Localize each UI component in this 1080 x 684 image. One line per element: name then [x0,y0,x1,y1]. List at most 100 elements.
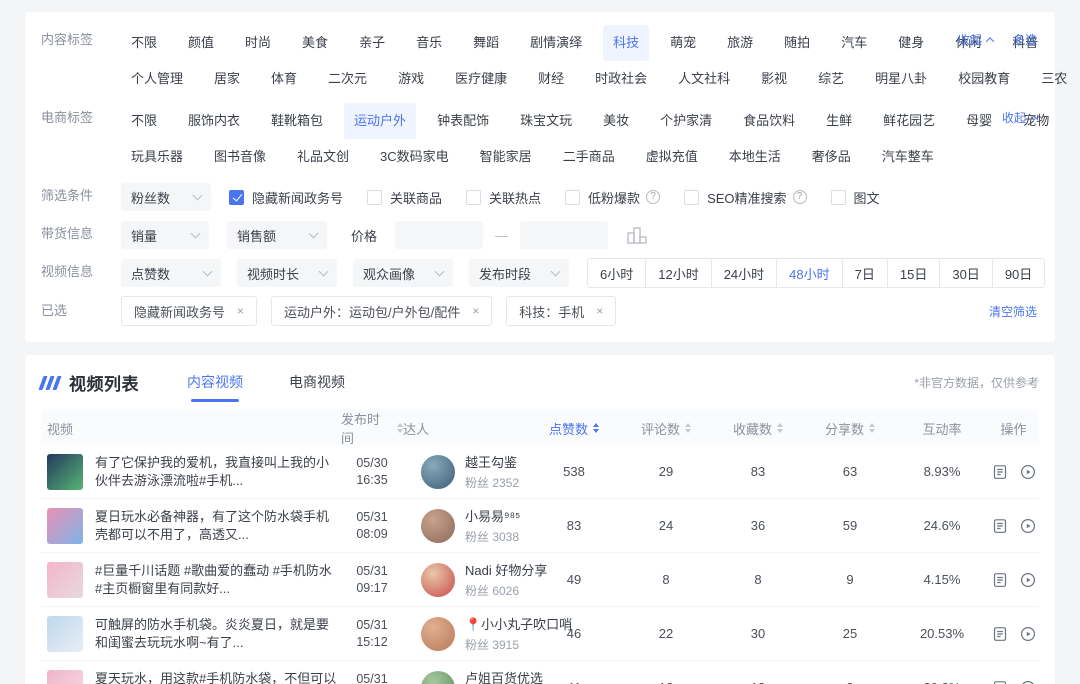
column-header-发布时间[interactable]: 发布时间 [341,409,403,447]
ecom-tag[interactable]: 虚拟充值 [636,139,708,175]
fans-count-dropdown[interactable]: 粉丝数 [121,183,211,211]
time-range-7日[interactable]: 7日 [841,258,888,288]
remove-chip-icon[interactable]: × [596,304,603,318]
price-max-input[interactable] [520,221,609,249]
content-tag[interactable]: 二次元 [318,61,377,97]
content-tag[interactable]: 游戏 [388,61,434,97]
content-tag[interactable]: 财经 [528,61,574,97]
price-min-input[interactable] [395,221,484,249]
content-tag[interactable]: 舞蹈 [463,25,509,61]
help-icon[interactable]: ? [646,190,661,204]
checkbox-unchecked[interactable] [565,189,581,205]
play-button[interactable] [1020,572,1036,588]
collapse-ecom-tags-link[interactable]: 收起 [1002,103,1039,133]
time-range-30日[interactable]: 30日 [939,258,993,288]
column-header-点赞数[interactable]: 点赞数 [528,419,620,438]
content-tag[interactable]: 健身 [888,25,934,61]
ecom-tag[interactable]: 美妆 [593,103,639,139]
multi-select-link[interactable]: 多选 [1013,25,1037,55]
ecom-tag[interactable]: 智能家居 [470,139,542,175]
content-tag[interactable]: 科技 [603,25,650,61]
video-title[interactable]: 夏日玩水必备神器，有了这个防水袋手机壳都可以不用了，高透又... [95,508,341,544]
ecom-tag[interactable]: 钟表配饰 [427,103,499,139]
ecom-tag[interactable]: 二手商品 [553,139,625,175]
avatar[interactable] [421,454,455,489]
sort-icon[interactable] [593,423,599,433]
ecom-tag[interactable]: 玩具乐器 [121,139,193,175]
checkbox-unchecked[interactable] [684,189,700,205]
checkbox-关联热点[interactable]: 关联热点 [466,188,541,207]
content-tag[interactable]: 校园教育 [948,61,1020,97]
avatar[interactable] [421,670,455,684]
time-range-15日[interactable]: 15日 [886,258,941,288]
video-thumbnail[interactable] [47,669,83,684]
video-thumbnail[interactable] [47,615,83,652]
ecom-tag[interactable]: 本地生活 [719,139,791,175]
clear-filters-button[interactable]: 清空筛选 [989,303,1037,320]
avatar[interactable] [421,562,455,597]
content-tag[interactable]: 个人管理 [121,61,193,97]
play-button[interactable] [1020,626,1036,642]
play-button[interactable] [1020,680,1036,684]
video-info-dropdown-点赞数[interactable]: 点赞数 [121,259,221,287]
ecom-tag[interactable]: 图书音像 [204,139,276,175]
content-tag[interactable]: 影视 [751,61,797,97]
video-info-dropdown-发布时段[interactable]: 发布时段 [469,259,569,287]
time-range-6小时[interactable]: 6小时 [587,258,647,288]
column-header-收藏数[interactable]: 收藏数 [712,419,804,438]
sales-volume-dropdown[interactable]: 销量 [121,221,209,249]
help-icon[interactable]: ? [792,190,807,204]
detail-button[interactable] [992,626,1008,642]
content-tag[interactable]: 汽车 [831,25,877,61]
ecom-tag[interactable]: 汽车整车 [872,139,944,175]
video-title[interactable]: 可触屏的防水手机袋。炎炎夏日，就是要和闺蜜去玩玩水啊~有了... [95,616,341,652]
ecom-tag[interactable]: 服饰内衣 [178,103,250,139]
tab-电商视频[interactable]: 电商视频 [289,372,345,394]
content-tag[interactable]: 剧情演绎 [520,25,592,61]
play-button[interactable] [1020,518,1036,534]
checkbox-unchecked[interactable] [466,189,482,205]
content-tag[interactable]: 体育 [261,61,307,97]
content-tag[interactable]: 旅游 [717,25,763,61]
video-thumbnail[interactable] [47,561,83,598]
ecom-tag[interactable]: 鲜花园艺 [873,103,945,139]
checkbox-unchecked[interactable] [367,189,383,205]
detail-button[interactable] [992,518,1008,534]
collapse-content-tags-link[interactable]: 收起 [958,25,995,55]
content-tag[interactable]: 时尚 [235,25,281,61]
price-distribution-chart-icon[interactable] [626,226,650,245]
content-tag[interactable]: 萌宠 [660,25,706,61]
checkbox-SEO精准搜索[interactable]: SEO精准搜索? [684,188,807,207]
avatar[interactable] [421,508,455,543]
ecom-tag[interactable]: 母婴 [956,103,1002,139]
ecom-tag[interactable]: 珠宝文玩 [510,103,582,139]
remove-chip-icon[interactable]: × [237,304,244,318]
checkbox-关联商品[interactable]: 关联商品 [367,188,442,207]
video-title[interactable]: 夏天玩水，用这款#手机防水袋，不但可以防水还可以拍照接打电... [95,670,341,684]
tab-内容视频[interactable]: 内容视频 [187,372,243,402]
checkbox-checked[interactable] [229,189,244,205]
time-range-24小时[interactable]: 24小时 [710,258,778,288]
sort-icon[interactable] [869,423,875,433]
checkbox-隐藏新闻政务号[interactable]: 隐藏新闻政务号 [229,188,343,207]
content-tag[interactable]: 医疗健康 [445,61,517,97]
time-range-12小时[interactable]: 12小时 [645,258,712,288]
checkbox-低粉爆款[interactable]: 低粉爆款? [565,188,661,207]
creator-name[interactable]: 越王勾鉴 [465,452,519,471]
ecom-tag[interactable]: 鞋靴箱包 [261,103,333,139]
content-tag[interactable]: 时政社会 [585,61,657,97]
detail-button[interactable] [992,572,1008,588]
video-info-dropdown-视频时长[interactable]: 视频时长 [237,259,337,287]
video-title[interactable]: 有了它保护我的爱机，我直接叫上我的小伙伴去游泳漂流啦#手机... [95,454,341,490]
content-tag[interactable]: 音乐 [406,25,452,61]
detail-button[interactable] [992,680,1008,684]
content-tag[interactable]: 亲子 [349,25,395,61]
column-header-评论数[interactable]: 评论数 [620,419,712,438]
ecom-tag[interactable]: 食品饮料 [733,103,805,139]
content-tag[interactable]: 明星八卦 [865,61,937,97]
ecom-tag[interactable]: 不限 [121,103,167,139]
detail-button[interactable] [992,464,1008,480]
sort-icon[interactable] [777,423,783,433]
content-tag[interactable]: 随拍 [774,25,820,61]
checkbox-图文[interactable]: 图文 [830,188,880,207]
